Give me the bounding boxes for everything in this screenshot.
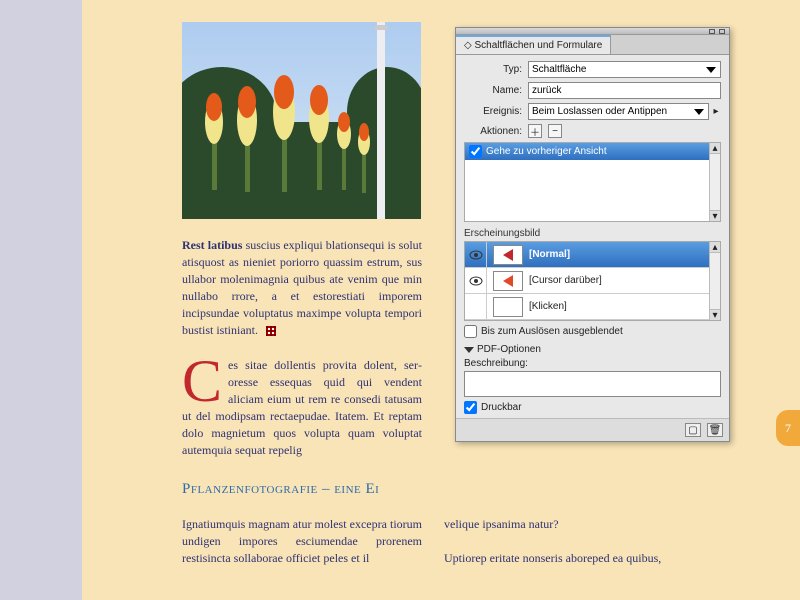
back-button-object[interactable] xyxy=(264,324,278,338)
buttons-forms-panel: ◇ Schaltflächen und Formulare Typ: Schal… xyxy=(455,27,730,442)
convert-button[interactable]: ▢ xyxy=(685,423,701,437)
state-normal-row[interactable]: [Normal] xyxy=(465,242,720,268)
hidden-until-trigger-checkbox[interactable] xyxy=(464,325,477,338)
appearance-section-label: Erscheinungsbild xyxy=(464,228,721,239)
state-thumb xyxy=(493,297,523,317)
type-label: Typ: xyxy=(464,64,522,75)
action-checkbox[interactable] xyxy=(469,145,482,158)
name-label: Name: xyxy=(464,85,522,96)
actions-list[interactable]: Gehe zu vorheriger Ansicht ▴ ▾ xyxy=(464,142,721,222)
printable-checkbox[interactable] xyxy=(464,401,477,414)
description-label: Beschreibung: xyxy=(464,358,721,369)
body-paragraph-2: Ces sitae dollentis provita dolent, ser­… xyxy=(182,357,422,459)
event-menu-icon[interactable]: ▸ xyxy=(711,106,721,117)
scroll-down-icon[interactable]: ▾ xyxy=(710,210,720,221)
type-select[interactable]: Schaltfläche xyxy=(528,61,721,78)
event-label: Ereignis: xyxy=(464,106,522,117)
panel-tab-buttons-forms[interactable]: ◇ Schaltflächen und Formulare xyxy=(456,35,611,54)
scroll-down-icon[interactable]: ▾ xyxy=(710,309,720,320)
section-heading: Pflanzenfotografie – eine Ei xyxy=(182,481,800,498)
description-input[interactable] xyxy=(464,371,721,397)
state-label: [Klicken] xyxy=(529,301,567,312)
page-number-tab: 7 xyxy=(776,410,800,446)
body-paragraph-1: Rest latibus suscius expliqui blationseq… xyxy=(182,237,422,339)
hero-photo[interactable] xyxy=(182,22,421,219)
panel-close-icon[interactable] xyxy=(719,29,725,34)
state-thumb xyxy=(493,245,523,265)
state-thumb xyxy=(493,271,523,291)
state-hover-row[interactable]: [Cursor darüber] xyxy=(465,268,720,294)
panel-drag-bar[interactable] xyxy=(456,28,729,35)
state-label: [Cursor darüber] xyxy=(529,275,602,286)
remove-action-button[interactable]: − xyxy=(548,124,562,138)
drop-cap: C xyxy=(182,357,228,405)
printable-label: Druckbar xyxy=(481,402,522,413)
hidden-until-trigger-label: Bis zum Auslösen ausgeblendet xyxy=(481,326,623,337)
actions-scrollbar[interactable]: ▴ ▾ xyxy=(709,143,720,221)
column-2-text: velique ipsanima natur?Uptiorep eritate … xyxy=(444,516,684,567)
action-item[interactable]: Gehe zu vorheriger Ansicht xyxy=(465,143,720,160)
state-label: [Normal] xyxy=(529,249,570,260)
visibility-toggle[interactable] xyxy=(465,242,487,267)
add-action-button[interactable]: ＋ xyxy=(528,124,542,138)
appearance-list: [Normal] [Cursor darüber] [Klicken] ▴ ▾ xyxy=(464,241,721,321)
column-1-text: Ignatiumquis magnam atur molest excepra … xyxy=(182,516,422,567)
state-click-row[interactable]: [Klicken] xyxy=(465,294,720,320)
event-select[interactable]: Beim Loslassen oder Antippen xyxy=(528,103,709,120)
appearance-scrollbar[interactable]: ▴ ▾ xyxy=(709,242,720,320)
visibility-toggle[interactable] xyxy=(465,268,487,293)
panel-collapse-icon[interactable] xyxy=(709,29,715,34)
actions-label: Aktionen: xyxy=(464,126,522,137)
action-label: Gehe zu vorheriger Ansicht xyxy=(486,146,607,157)
pdf-options-disclosure[interactable]: PDF-Optionen xyxy=(464,344,721,355)
scroll-up-icon[interactable]: ▴ xyxy=(710,143,720,154)
name-input[interactable] xyxy=(528,82,721,99)
visibility-toggle[interactable] xyxy=(465,294,487,319)
trash-button[interactable]: 🗑 xyxy=(707,423,723,437)
pasteboard xyxy=(0,0,82,600)
panel-tab-row: ◇ Schaltflächen und Formulare xyxy=(456,35,729,55)
scroll-up-icon[interactable]: ▴ xyxy=(710,242,720,253)
